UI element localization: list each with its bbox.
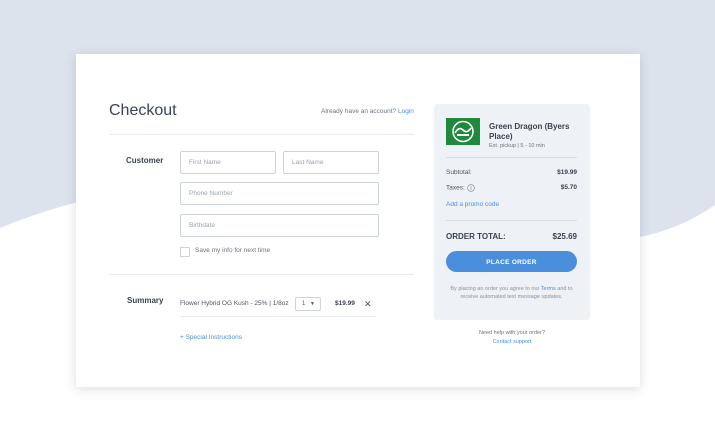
summary-section-label: Summary [127,296,164,305]
cart-item-name: Flower Hybrid OG Kush - 25% | 1/8oz [180,300,289,307]
contact-support-link[interactable]: Contact support [434,338,590,347]
login-link[interactable]: Login [398,108,414,115]
taxes-label: Taxes: [446,184,465,192]
special-instructions-link[interactable]: + Special Instructions [180,334,242,341]
subtotal-label: Subtotal: [446,169,472,176]
taxes-row-label: Taxes: [446,184,475,192]
checkout-card: Checkout Already have an account? Login … [76,54,640,387]
phone-number-field[interactable] [180,182,379,205]
taxes-value: $5.70 [560,184,577,191]
last-name-field[interactable] [283,151,379,174]
order-total-label: ORDER TOTAL: [446,232,506,241]
order-summary-panel: Green Dragon (Byers Place) Est. pickup |… [434,104,590,320]
remove-item-icon[interactable]: ✕ [364,300,372,309]
info-icon[interactable] [466,184,475,192]
birthdate-field[interactable] [180,214,379,237]
subtotal-value: $19.99 [557,169,577,176]
item-divider [180,316,376,317]
store-name: Green Dragon (Byers Place) [489,122,570,141]
help-block: Need help with your order? Contact suppo… [434,329,590,347]
legal-text-pre: By placing an order you agree to our [450,286,540,292]
first-name-field[interactable] [180,151,276,174]
chevron-down-icon: ▼ [310,301,315,307]
cart-item-price: $19.99 [335,300,355,307]
order-total-value: $25.69 [552,232,577,241]
section-divider [109,134,414,135]
customer-section-label: Customer [126,156,164,165]
quantity-select[interactable]: 1 ▼ [295,297,321,311]
save-info-checkbox[interactable] [180,247,190,257]
page-title: Checkout [109,102,177,119]
panel-divider [446,157,577,158]
account-prompt-text: Already have an account? [321,108,397,115]
section-divider [109,274,414,275]
legal-notice: By placing an order you agree to our Ter… [446,285,577,301]
help-text: Need help with your order? [478,330,546,336]
terms-link[interactable]: Terms [541,286,556,292]
promo-code-link[interactable]: Add a promo code [446,201,499,208]
quantity-value: 1 [302,301,306,307]
account-prompt: Already have an account? Login [321,108,414,115]
panel-divider [446,220,577,221]
green-dragon-logo-icon [446,118,480,145]
place-order-button[interactable]: PLACE ORDER [446,251,577,272]
pickup-estimate: Est. pickup | 5 - 10 min [489,143,545,149]
save-info-label: Save my info for next time [195,247,271,254]
